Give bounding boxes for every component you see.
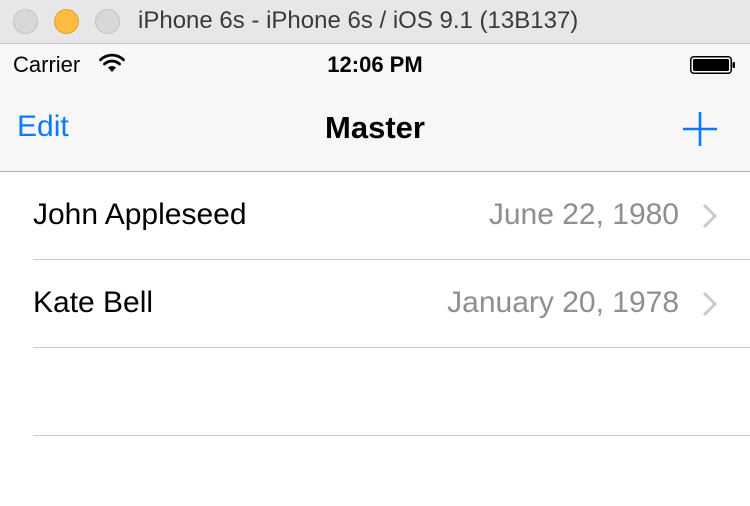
row-date: June 22, 1980 xyxy=(488,198,679,231)
status-bar: Carrier 12:06 PM xyxy=(0,44,750,84)
battery-icon xyxy=(690,56,735,74)
chevron-right-icon xyxy=(703,292,717,316)
chevron-right-icon xyxy=(703,204,717,228)
status-time: 12:06 PM xyxy=(327,52,423,77)
page-title: Master xyxy=(325,110,425,145)
window-title-bar: iPhone 6s - iPhone 6s / iOS 9.1 (13B137) xyxy=(0,0,750,44)
table-row[interactable]: John Appleseed June 22, 1980 xyxy=(0,172,750,260)
row-separator xyxy=(33,435,750,436)
window-zoom-button[interactable] xyxy=(95,9,120,34)
empty-table-row xyxy=(0,348,750,436)
navigation-bar: Edit Master xyxy=(0,84,750,172)
simulator-window: iPhone 6s - iPhone 6s / iOS 9.1 (13B137)… xyxy=(0,0,750,506)
window-minimize-button[interactable] xyxy=(54,9,79,34)
window-title: iPhone 6s - iPhone 6s / iOS 9.1 (13B137) xyxy=(138,7,579,34)
row-name: John Appleseed xyxy=(33,198,247,231)
row-date: January 20, 1978 xyxy=(447,286,679,319)
row-name: Kate Bell xyxy=(33,286,154,319)
master-table: John Appleseed June 22, 1980 Kate Bell J… xyxy=(0,172,750,436)
window-close-button[interactable] xyxy=(13,9,38,34)
plus-icon[interactable] xyxy=(682,111,718,147)
table-row[interactable]: Kate Bell January 20, 1978 xyxy=(0,260,750,348)
